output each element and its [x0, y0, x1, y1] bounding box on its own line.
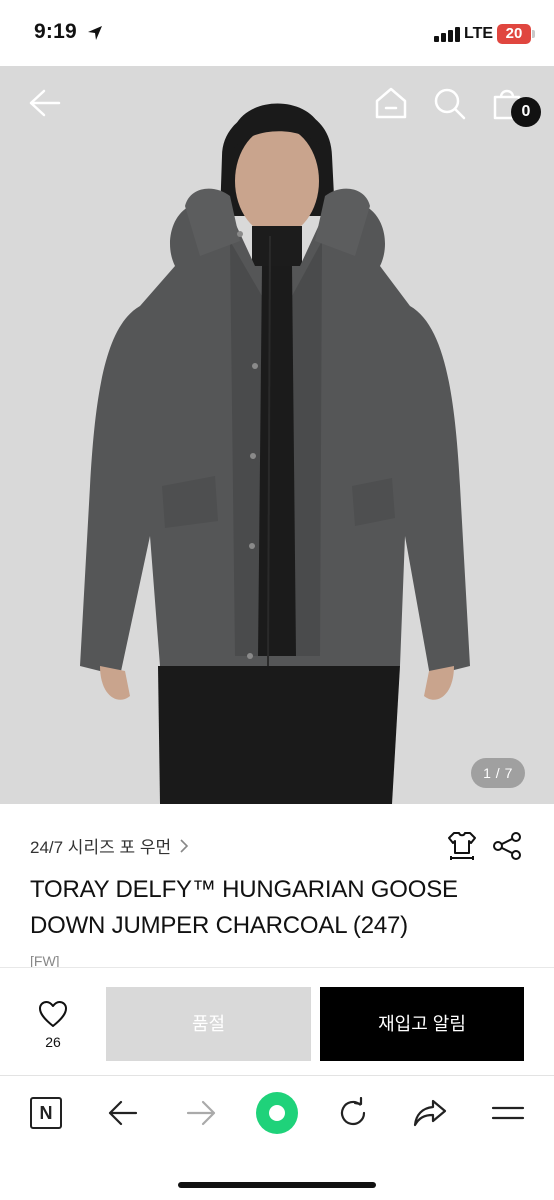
menu-icon[interactable]	[488, 1093, 528, 1133]
refresh-icon[interactable]	[333, 1093, 373, 1133]
series-link[interactable]: 24/7 시리즈 포 우먼	[30, 833, 189, 858]
search-icon[interactable]	[432, 86, 466, 120]
product-image[interactable]	[0, 66, 554, 804]
product-title: TORAY DELFY™ HUNGARIAN GOOSE DOWN JUMPER…	[30, 876, 458, 939]
cart-count-badge[interactable]: 0	[511, 97, 541, 127]
share-icon[interactable]	[492, 831, 522, 861]
status-time: 9:19	[34, 20, 77, 43]
restock-alert-button[interactable]: 재입고 알림	[320, 987, 524, 1061]
fit-guide-icon[interactable]	[445, 829, 479, 863]
home-icon[interactable]	[374, 86, 408, 120]
location-arrow-icon	[88, 26, 102, 40]
forward-icon[interactable]	[181, 1093, 221, 1133]
home-indicator	[178, 1182, 376, 1188]
image-counter: 1 / 7	[471, 758, 525, 788]
green-dot-icon[interactable]	[256, 1092, 298, 1134]
series-label: 24/7 시리즈 포 우먼	[30, 838, 172, 857]
battery-tip	[532, 30, 535, 38]
heart-icon[interactable]	[38, 1000, 68, 1028]
soldout-button[interactable]: 품절	[106, 987, 311, 1061]
share-icon[interactable]	[410, 1093, 450, 1133]
back-icon[interactable]	[103, 1093, 143, 1133]
back-arrow-icon[interactable]	[28, 88, 62, 118]
season-tag: [FW]	[30, 953, 60, 967]
naver-icon[interactable]: N	[30, 1097, 62, 1129]
model-photo	[0, 66, 554, 804]
network-label: LTE	[464, 25, 494, 42]
status-bar: 9:19 LTE 20	[0, 0, 554, 66]
signal-icon	[434, 26, 460, 42]
chevron-right-icon	[180, 838, 189, 853]
wish-count: 26	[45, 1034, 61, 1050]
battery-indicator: 20	[497, 24, 531, 44]
